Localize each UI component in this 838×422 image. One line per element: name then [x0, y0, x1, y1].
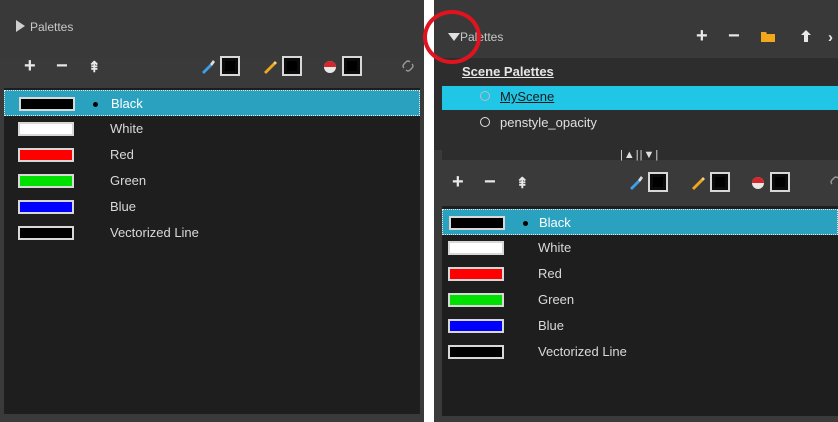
paint-color-swatch[interactable] [770, 172, 790, 192]
palette-row-myscene[interactable]: MyScene [442, 86, 838, 110]
color-row-green[interactable]: Green [4, 168, 420, 194]
color-row-blue[interactable]: Blue [442, 313, 838, 339]
color-row-black[interactable]: Black [442, 209, 838, 235]
color-swatch [18, 122, 74, 136]
color-swatch [448, 241, 504, 255]
color-swatch [448, 267, 504, 281]
color-row-vectorized-line[interactable]: Vectorized Line [442, 339, 838, 365]
color-swatch [18, 200, 74, 214]
color-row-black[interactable]: Black [4, 90, 420, 116]
brush-color-swatch[interactable] [648, 172, 668, 192]
current-color-bullet-icon [523, 221, 528, 226]
color-name: Red [110, 147, 134, 162]
palettes-panel-left: Palettes + − ⇞ Black White Red Green Blu… [0, 0, 424, 422]
palette-checked-icon [480, 117, 490, 127]
link-icon[interactable] [402, 60, 414, 72]
color-row-blue[interactable]: Blue [4, 194, 420, 220]
panel-title: Palettes [30, 20, 74, 34]
panel-header: Palettes + − › [434, 0, 838, 58]
color-row-red[interactable]: Red [442, 261, 838, 287]
palettes-panel-right: Palettes + − › Scene Palettes MyScene pe… [434, 0, 838, 422]
color-name: Green [110, 173, 147, 188]
color-name: Black [539, 215, 571, 230]
palette-name: MyScene [500, 89, 555, 104]
remove-color-button[interactable]: − [484, 172, 496, 192]
collapse-arrow-icon[interactable] [16, 20, 25, 32]
pencil-color-swatch[interactable] [282, 56, 302, 76]
color-swatch [18, 174, 74, 188]
more-options-icon[interactable]: › [828, 28, 833, 48]
color-name: Green [538, 292, 575, 307]
color-row-vectorized-line[interactable]: Vectorized Line [4, 220, 420, 246]
color-name: Blue [110, 199, 137, 214]
arrow-up-icon[interactable] [798, 28, 814, 44]
remove-color-button[interactable]: − [56, 56, 68, 76]
color-name: Red [538, 266, 562, 281]
color-row-white[interactable]: White [442, 235, 838, 261]
merge-colors-button[interactable]: ⇞ [516, 174, 529, 194]
color-swatch [18, 148, 74, 162]
add-palette-button[interactable]: + [696, 26, 708, 46]
color-swatch [449, 216, 505, 230]
palette-name: penstyle_opacity [500, 115, 597, 130]
add-color-button[interactable]: + [452, 172, 464, 192]
color-list: Black White Red Green Blue Vectorized Li… [4, 88, 420, 414]
palette-list: Scene Palettes MyScene penstyle_opacity [434, 58, 838, 150]
pencil-icon[interactable] [262, 58, 278, 74]
color-swatch [448, 293, 504, 307]
pencil-icon[interactable] [690, 174, 706, 190]
current-color-bullet-icon [93, 102, 98, 107]
color-name: Vectorized Line [110, 225, 199, 240]
paint-color-swatch[interactable] [342, 56, 362, 76]
folder-icon[interactable] [760, 28, 776, 44]
palette-toolbar: + − ⇞ [434, 168, 838, 198]
color-row-red[interactable]: Red [4, 142, 420, 168]
merge-colors-button[interactable]: ⇞ [88, 58, 101, 78]
panel-header: Palettes [0, 0, 424, 58]
color-swatch [448, 319, 504, 333]
color-swatch [19, 97, 75, 111]
scene-palettes-header: Scene Palettes [462, 64, 554, 79]
pencil-color-swatch[interactable] [710, 172, 730, 192]
splitter-grip-icon[interactable]: |▲||▼| [620, 150, 659, 161]
color-row-white[interactable]: White [4, 116, 420, 142]
palette-unlocked-icon [480, 91, 490, 101]
color-list: Black White Red Green Blue Vectorized Li… [442, 206, 838, 416]
palette-toolbar: + − ⇞ [0, 52, 424, 82]
color-name: Vectorized Line [538, 344, 627, 359]
color-name: Blue [538, 318, 565, 333]
color-swatch [18, 226, 74, 240]
paint-bucket-icon[interactable] [322, 58, 338, 74]
brush-icon[interactable] [200, 58, 216, 74]
color-name: White [110, 121, 144, 136]
paint-bucket-icon[interactable] [750, 174, 766, 190]
highlight-circle-annotation [423, 10, 481, 64]
link-icon[interactable] [830, 176, 838, 188]
brush-color-swatch[interactable] [220, 56, 240, 76]
remove-palette-button[interactable]: − [728, 26, 740, 46]
color-name: White [538, 240, 572, 255]
color-swatch [448, 345, 504, 359]
add-color-button[interactable]: + [24, 56, 36, 76]
palette-row-penstyle-opacity[interactable]: penstyle_opacity [442, 112, 838, 136]
color-name: Black [111, 96, 143, 111]
color-row-green[interactable]: Green [442, 287, 838, 313]
brush-icon[interactable] [628, 174, 644, 190]
panel-splitter[interactable]: |▲||▼| [442, 150, 838, 161]
